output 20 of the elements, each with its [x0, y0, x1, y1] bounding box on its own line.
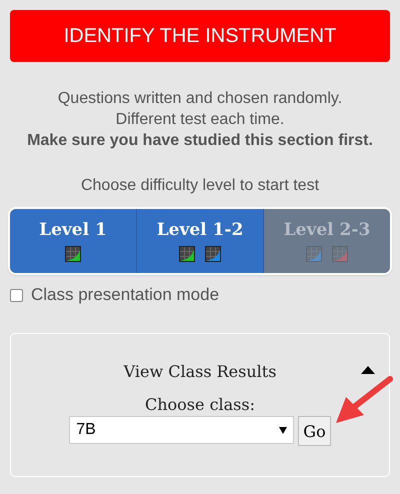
go-button[interactable]: Go	[298, 416, 331, 446]
grid-icon	[205, 246, 221, 262]
checkbox-label: Class presentation mode	[31, 285, 220, 305]
grid-icon	[65, 246, 81, 262]
warning-text: Make sure you have studied this section first.	[27, 131, 373, 151]
level-button[interactable]: Level 1	[10, 209, 136, 273]
dropdown-caret-icon	[279, 426, 288, 434]
panel-title: View Class Results	[124, 362, 276, 381]
collapse-caret-icon[interactable]	[361, 366, 375, 374]
intro-text: Questions written and chosen randomly.	[58, 89, 342, 109]
checkbox[interactable]	[10, 288, 23, 302]
identify-instrument-button[interactable]: IDENTIFY THE INSTRUMENT	[10, 10, 390, 62]
class-select[interactable]: 7B	[69, 416, 294, 444]
grid-icon	[306, 246, 322, 262]
grid-icon	[332, 246, 348, 262]
intro-text: Different test each time.	[116, 110, 284, 130]
difficulty-prompt: Choose difficulty level to start test	[80, 177, 320, 195]
choose-class-label: Choose class:	[144, 395, 255, 414]
grid-icon	[179, 246, 195, 262]
level-button[interactable]: Level 1-2	[136, 209, 263, 273]
